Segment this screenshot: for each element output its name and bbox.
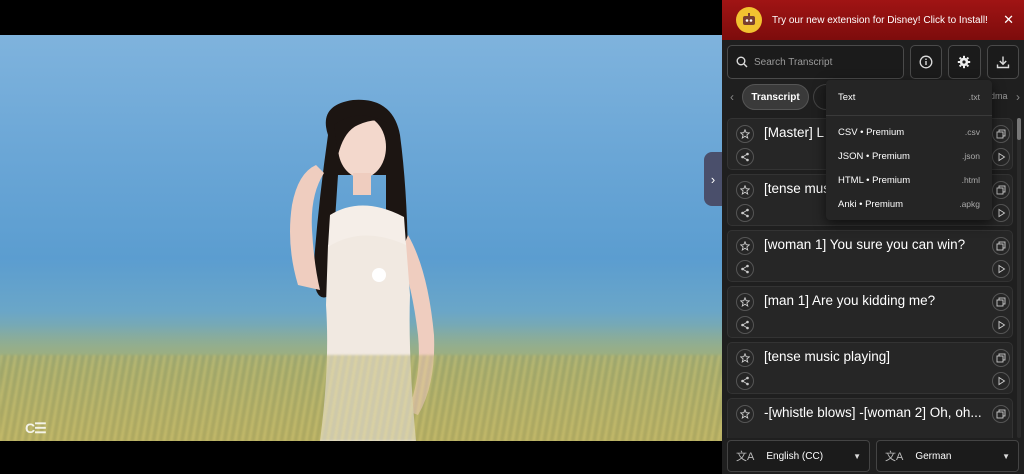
list-item[interactable]: -[whistle blows] -[woman 2] Oh, oh... (727, 398, 1013, 438)
menu-item-label: HTML • Premium (838, 174, 911, 186)
menu-item-json[interactable]: JSON • Premium .json (826, 145, 992, 167)
list-item[interactable]: [woman 1] You sure you can win? (727, 230, 1013, 282)
star-icon[interactable] (736, 349, 754, 367)
copy-icon[interactable] (992, 405, 1010, 423)
chevron-right-icon: › (710, 171, 716, 187)
language-bar: 文A English (CC) ▼ 文A German ▼ (722, 440, 1024, 474)
settings-button[interactable] (948, 45, 981, 79)
captions-menu-icon[interactable]: C☰ (25, 420, 47, 437)
primary-language-label: English (CC) (766, 450, 824, 462)
menu-item-ext: .html (961, 175, 980, 185)
copy-icon[interactable] (992, 293, 1010, 311)
translate-icon: 文A (885, 451, 904, 463)
menu-item-html[interactable]: HTML • Premium .html (826, 169, 992, 191)
menu-item-ext: .apkg (959, 199, 980, 209)
star-icon[interactable] (736, 405, 754, 423)
scrollbar[interactable] (1017, 118, 1021, 438)
menu-item-text[interactable]: Text .txt (826, 86, 992, 108)
copy-icon[interactable] (992, 181, 1010, 199)
menu-item-ext: .txt (968, 92, 980, 102)
download-icon (996, 56, 1009, 69)
share-icon[interactable] (736, 372, 754, 390)
tab-overflow-label[interactable]: dma (990, 91, 1008, 101)
download-format-menu: Text .txt CSV • Premium .csv JSON • Prem… (826, 80, 992, 220)
secondary-language-label: German (915, 450, 952, 462)
caret-down-icon: ▼ (1002, 451, 1010, 461)
transcript-line: [tense music playing] (764, 349, 891, 364)
menu-item-label: JSON • Premium (838, 150, 910, 162)
search-input[interactable] (754, 56, 894, 68)
star-icon[interactable] (736, 181, 754, 199)
transcript-line: -[whistle blows] -[woman 2] Oh, oh... (764, 405, 982, 420)
play-icon[interactable] (992, 148, 1010, 166)
info-icon (919, 55, 933, 69)
menu-item-anki[interactable]: Anki • Premium .apkg (826, 193, 992, 215)
list-item[interactable]: [man 1] Are you kidding me? (727, 286, 1013, 338)
secondary-language-select[interactable]: 文A German ▼ (876, 440, 1019, 472)
toolbar (727, 45, 1019, 79)
copy-icon[interactable] (992, 349, 1010, 367)
menu-item-label: Anki • Premium (838, 198, 904, 210)
transcript-line: [man 1] Are you kidding me? (764, 293, 936, 308)
caret-down-icon: ▼ (853, 451, 861, 461)
promo-banner[interactable]: Try our new extension for Disney! Click … (722, 0, 1024, 40)
chevron-left-icon[interactable]: ‹ (730, 90, 734, 104)
search-field[interactable] (727, 45, 904, 79)
share-icon[interactable] (736, 316, 754, 334)
play-icon[interactable] (992, 204, 1010, 222)
download-button[interactable] (986, 45, 1019, 79)
tab-transcript[interactable]: Transcript (742, 84, 809, 110)
play-icon[interactable] (992, 372, 1010, 390)
share-icon[interactable] (736, 204, 754, 222)
copy-icon[interactable] (992, 125, 1010, 143)
info-button[interactable] (909, 45, 943, 79)
menu-item-ext: .json (962, 151, 980, 161)
star-icon[interactable] (736, 237, 754, 255)
scrollbar-thumb[interactable] (1017, 118, 1021, 140)
promo-text[interactable]: Try our new extension for Disney! Click … (772, 15, 988, 26)
extension-logo-icon (736, 7, 762, 33)
share-icon[interactable] (736, 260, 754, 278)
video-player[interactable]: C☰ › (0, 0, 722, 474)
gear-icon (958, 55, 971, 69)
menu-item-label: Text (838, 91, 856, 103)
transcript-line: [woman 1] You sure you can win? (764, 237, 966, 252)
chevron-right-icon[interactable]: › (1016, 90, 1020, 104)
menu-item-ext: .csv (964, 127, 980, 137)
video-frame[interactable]: C☰ (0, 35, 722, 441)
video-foreground-grass (0, 355, 722, 441)
play-icon[interactable] (992, 260, 1010, 278)
copy-icon[interactable] (992, 237, 1010, 255)
star-icon[interactable] (736, 125, 754, 143)
play-icon[interactable] (992, 316, 1010, 334)
star-icon[interactable] (736, 293, 754, 311)
menu-divider (826, 115, 992, 116)
primary-language-select[interactable]: 文A English (CC) ▼ (727, 440, 870, 472)
search-icon (736, 56, 748, 68)
menu-item-csv[interactable]: CSV • Premium .csv (826, 121, 992, 143)
menu-item-label: CSV • Premium (838, 126, 905, 138)
list-item[interactable]: [tense music playing] (727, 342, 1013, 394)
translate-icon: 文A (736, 451, 755, 463)
panel-collapse-toggle[interactable]: › (704, 152, 722, 206)
close-icon[interactable]: ✕ (1003, 12, 1014, 28)
share-icon[interactable] (736, 148, 754, 166)
